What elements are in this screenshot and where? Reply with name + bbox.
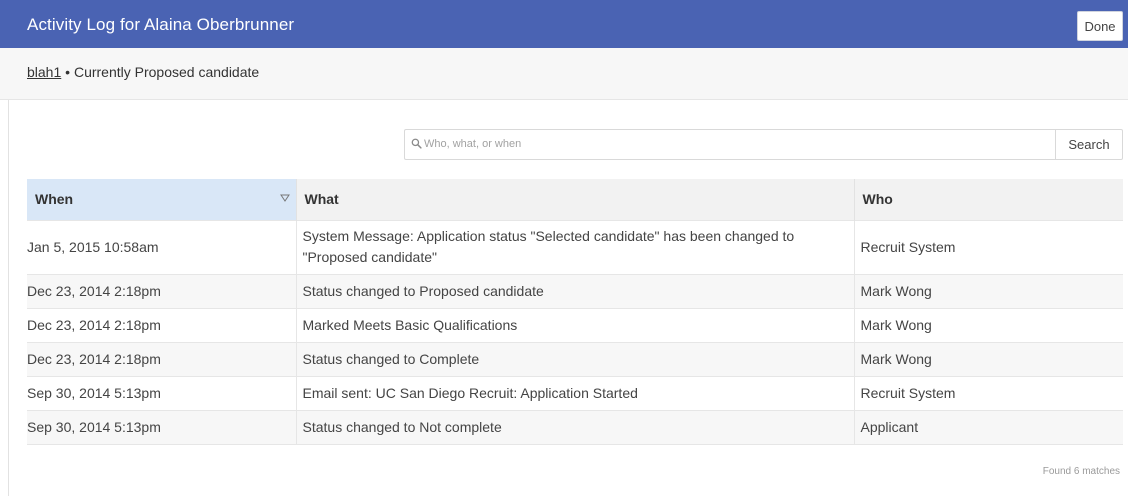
content-border	[8, 100, 9, 496]
table-row: Sep 30, 2014 5:13pm Status changed to No…	[27, 409, 1123, 445]
sort-desc-icon[interactable]	[279, 193, 290, 203]
cell-who: Recruit System	[853, 219, 1123, 274]
cell-what: Email sent: UC San Diego Recruit: Applic…	[295, 375, 854, 410]
cell-who: Mark Wong	[853, 273, 1123, 308]
done-button[interactable]: Done	[1077, 11, 1123, 41]
cell-who: Mark Wong	[853, 341, 1123, 376]
cell-when: Dec 23, 2014 2:18pm	[27, 273, 296, 308]
table-row: Dec 23, 2014 2:18pm Status changed to Pr…	[27, 273, 1123, 308]
column-header-when[interactable]: When	[27, 179, 296, 220]
search-icon	[411, 138, 422, 149]
table-header-row: When What Who	[27, 179, 1123, 220]
cell-when: Sep 30, 2014 5:13pm	[27, 375, 296, 410]
cell-what: Status changed to Not complete	[295, 409, 854, 445]
cell-who: Recruit System	[853, 375, 1123, 410]
search-button[interactable]: Search	[1055, 129, 1123, 160]
cell-when: Dec 23, 2014 2:18pm	[27, 307, 296, 342]
column-header-label: What	[304, 191, 339, 208]
column-header-label: When	[35, 191, 74, 208]
cell-what: System Message: Application status "Sele…	[295, 219, 854, 274]
cell-when: Dec 23, 2014 2:18pm	[27, 341, 296, 376]
column-header-who[interactable]: Who	[853, 179, 1123, 220]
separator: •	[65, 64, 71, 80]
activity-table: When What Who Jan 5, 2015 10:58am System…	[27, 179, 1123, 445]
candidate-subheader: blah1 • Currently Proposed candidate	[0, 48, 1128, 100]
modal-header: Activity Log for Alaina Oberbrunner Done	[0, 0, 1128, 48]
candidate-status-line: blah1 • Currently Proposed candidate	[27, 64, 259, 80]
cell-when: Jan 5, 2015 10:58am	[27, 219, 296, 274]
applicant-link[interactable]: blah1	[27, 64, 61, 80]
table-row: Sep 30, 2014 5:13pm Email sent: UC San D…	[27, 375, 1123, 410]
results-count: Found 6 matches	[1042, 466, 1120, 477]
page-title: Activity Log for Alaina Oberbrunner	[27, 15, 295, 34]
table-row: Dec 23, 2014 2:18pm Status changed to Co…	[27, 341, 1123, 376]
cell-what: Status changed to Complete	[295, 341, 854, 376]
table-row: Jan 5, 2015 10:58am System Message: Appl…	[27, 219, 1123, 274]
cell-what: Marked Meets Basic Qualifications	[295, 307, 854, 342]
column-header-what[interactable]: What	[295, 179, 854, 220]
cell-when: Sep 30, 2014 5:13pm	[27, 409, 296, 445]
cell-what: Status changed to Proposed candidate	[295, 273, 854, 308]
current-status: Currently Proposed candidate	[73, 64, 260, 80]
column-header-label: Who	[862, 191, 893, 208]
search-input[interactable]	[424, 130, 1044, 158]
cell-who: Mark Wong	[853, 307, 1123, 342]
table-row: Dec 23, 2014 2:18pm Marked Meets Basic Q…	[27, 307, 1123, 342]
cell-who: Applicant	[853, 409, 1123, 445]
